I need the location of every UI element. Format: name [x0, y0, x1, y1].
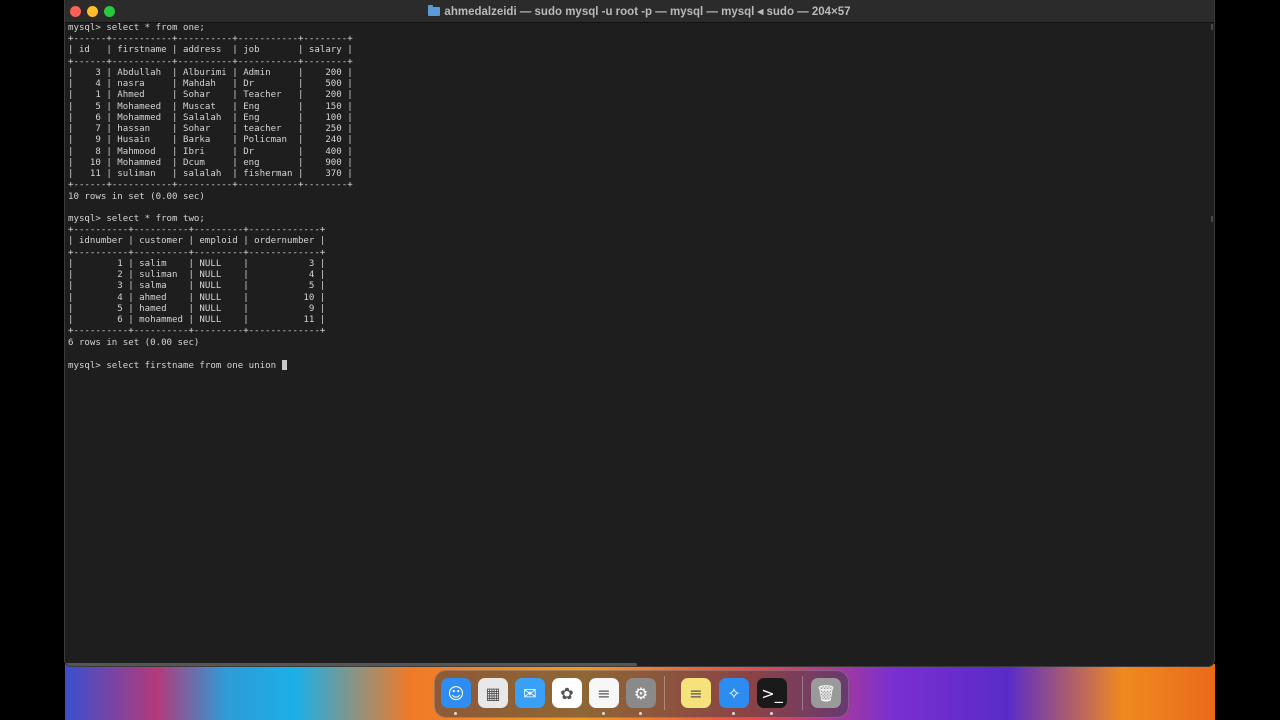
- notes-icon[interactable]: ≡: [589, 678, 619, 708]
- terminal-window[interactable]: ahmedalzeidi — sudo mysql -u root -p — m…: [65, 0, 1214, 666]
- running-indicator: [732, 712, 735, 715]
- terminal-line: +----------+----------+---------+-------…: [68, 247, 326, 258]
- running-indicator: [454, 712, 457, 715]
- terminal-line: +------+-----------+----------+---------…: [68, 56, 353, 67]
- terminal-icon[interactable]: >_: [757, 678, 787, 708]
- prompt-line[interactable]: mysql> select firstname from one union: [68, 360, 1214, 371]
- terminal-line: | idnumber | customer | emploid | ordern…: [68, 236, 326, 247]
- running-indicator: [639, 712, 642, 715]
- scroll-marker-middle: [1211, 216, 1213, 222]
- stickies-icon[interactable]: ≡: [681, 678, 711, 708]
- terminal-line: | 1 | Ahmed | Sohar | Teacher | 200 |: [68, 90, 353, 101]
- terminal-line: | 9 | Husain | Barka | Policman | 240 |: [68, 135, 353, 146]
- terminal-line: | 6 | mohammed | NULL | 11 |: [68, 315, 326, 326]
- title-bar[interactable]: ahmedalzeidi — sudo mysql -u root -p — m…: [65, 0, 1214, 23]
- text-cursor: [281, 360, 287, 371]
- terminal-line: | 1 | salim | NULL | 3 |: [68, 258, 326, 269]
- terminal-line: | 7 | hassan | Sohar | teacher | 250 |: [68, 124, 353, 135]
- dock-separator-trash: [802, 676, 803, 710]
- photos-icon[interactable]: ✿: [552, 678, 582, 708]
- terminal-line: +------+-----------+----------+---------…: [68, 180, 353, 191]
- terminal-line: | 10 | Mohammed | Dcum | eng | 900 |: [68, 157, 353, 168]
- running-indicator: [602, 712, 605, 715]
- terminal-line: | 3 | Abdullah | Alburimi | Admin | 200 …: [68, 67, 353, 78]
- terminal-line: | id | firstname | address | job | salar…: [68, 45, 353, 56]
- terminal-line: | 8 | Mahmood | Ibri | Dr | 400 |: [68, 146, 353, 157]
- terminal-line: | 11 | suliman | salalah | fisherman | 3…: [68, 169, 353, 180]
- prompt-text: mysql> select firstname from one union: [68, 361, 282, 372]
- terminal-output[interactable]: mysql> select * from one; +------+-------…: [68, 23, 1214, 666]
- terminal-line: | 4 | nasra | Mahdah | Dr | 500 |: [68, 79, 353, 90]
- terminal-line: | 5 | hamed | NULL | 9 |: [68, 303, 326, 314]
- finder-icon[interactable]: ☺: [441, 678, 471, 708]
- mail-icon[interactable]: ✉: [515, 678, 545, 708]
- window-title: ahmedalzeidi — sudo mysql -u root -p — m…: [444, 6, 851, 18]
- terminal-line: | 3 | salma | NULL | 5 |: [68, 281, 326, 292]
- terminal-line: mysql> select * from two;: [68, 213, 205, 224]
- terminal-line: 10 rows in set (0.00 sec): [68, 191, 205, 202]
- terminal-line: | 6 | Mohammed | Salalah | Eng | 100 |: [68, 112, 353, 123]
- terminal-line: 6 rows in set (0.00 sec): [68, 337, 200, 348]
- launchpad-icon[interactable]: ▦: [478, 678, 508, 708]
- terminal-line: +------+-----------+----------+---------…: [68, 34, 353, 45]
- scroll-marker-top: [1211, 24, 1213, 30]
- terminal-line: | 4 | ahmed | NULL | 10 |: [68, 292, 326, 303]
- terminal-line: mysql> select * from one;: [68, 23, 205, 33]
- dock: ☺ ▦ ✉ ✿ ≡ ⚙ ≡ ✧ >_ 🗑: [434, 670, 849, 718]
- horizontal-scrollbar[interactable]: [65, 663, 637, 666]
- running-indicator: [770, 712, 773, 715]
- terminal-line: | 5 | Mohameed | Muscat | Eng | 150 |: [68, 101, 353, 112]
- trash-icon[interactable]: 🗑: [811, 678, 841, 708]
- terminal-line: +----------+----------+---------+-------…: [68, 225, 326, 236]
- dock-separator: [664, 676, 665, 710]
- safari-icon[interactable]: ✧: [719, 678, 749, 708]
- folder-icon: [428, 5, 441, 16]
- terminal-line: +----------+----------+---------+-------…: [68, 326, 326, 337]
- system-settings-icon[interactable]: ⚙: [626, 678, 656, 708]
- terminal-line: | 2 | suliman | NULL | 4 |: [68, 270, 326, 281]
